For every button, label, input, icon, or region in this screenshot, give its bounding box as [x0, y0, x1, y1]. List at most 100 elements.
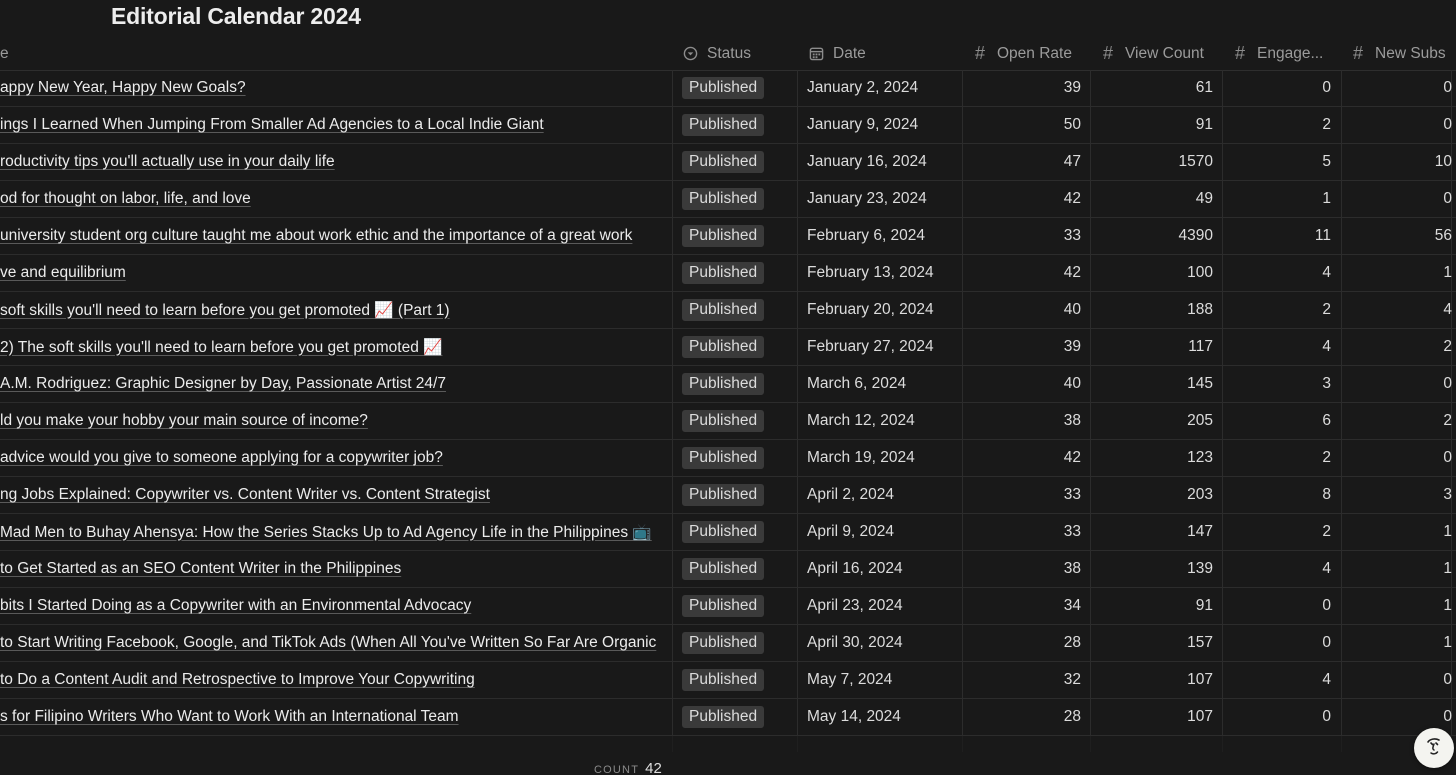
cell-engagement[interactable]: 0	[1222, 699, 1331, 735]
cell-open-rate[interactable]: 33	[962, 218, 1081, 254]
cell-date[interactable]: February 20, 2024	[807, 292, 957, 328]
cell-open-rate[interactable]: 47	[962, 144, 1081, 180]
cell-date[interactable]: April 30, 2024	[807, 625, 957, 661]
post-title-link[interactable]: roductivity tips you'll actually use in …	[0, 153, 335, 171]
cell-view-count[interactable]: 188	[1090, 292, 1213, 328]
cell-status[interactable]: Published	[682, 218, 792, 254]
cell-view-count[interactable]: 107	[1090, 662, 1213, 698]
cell-view-count[interactable]: 49	[1090, 181, 1213, 217]
table-row[interactable]: to Do a Content Audit and Retrospective …	[0, 662, 1456, 699]
cell-new-subs[interactable]: 0	[1341, 107, 1452, 143]
cell-view-count[interactable]: 61	[1090, 70, 1213, 106]
cell-status[interactable]: Published	[682, 440, 792, 476]
cell-status[interactable]: Published	[682, 477, 792, 513]
cell-view-count[interactable]: 145	[1090, 366, 1213, 402]
cell-title[interactable]: to Do a Content Audit and Retrospective …	[0, 662, 672, 698]
cell-title[interactable]: 2) The soft skills you'll need to learn …	[0, 329, 672, 365]
cell-status[interactable]: Published	[682, 107, 792, 143]
cell-new-subs[interactable]: 3	[1341, 477, 1452, 513]
cell-new-subs[interactable]: 1	[1341, 255, 1452, 291]
column-header-open-rate[interactable]: # Open Rate	[972, 37, 1072, 70]
cell-date[interactable]: April 9, 2024	[807, 514, 957, 550]
post-title-link[interactable]: to Start Writing Facebook, Google, and T…	[0, 634, 656, 652]
cell-date[interactable]: February 13, 2024	[807, 255, 957, 291]
cell-date[interactable]: April 23, 2024	[807, 588, 957, 624]
table-row[interactable]: 2) The soft skills you'll need to learn …	[0, 329, 1456, 366]
cell-status[interactable]: Published	[682, 588, 792, 624]
cell-title[interactable]: ng Jobs Explained: Copywriter vs. Conten…	[0, 477, 672, 513]
cell-date[interactable]: March 6, 2024	[807, 366, 957, 402]
cell-status[interactable]: Published	[682, 70, 792, 106]
cell-open-rate[interactable]: 42	[962, 440, 1081, 476]
cell-new-subs[interactable]: 10	[1341, 144, 1452, 180]
cell-new-subs[interactable]: 2	[1341, 329, 1452, 365]
cell-status[interactable]: Published	[682, 662, 792, 698]
cell-date[interactable]: January 16, 2024	[807, 144, 957, 180]
table-row[interactable]: to Get Started as an SEO Content Writer …	[0, 551, 1456, 588]
cell-status[interactable]: Published	[682, 255, 792, 291]
table-row[interactable]: soft skills you'll need to learn before …	[0, 292, 1456, 329]
cell-status[interactable]: Published	[682, 514, 792, 550]
cell-view-count[interactable]: 1570	[1090, 144, 1213, 180]
column-header-engagement[interactable]: # Engage...	[1232, 37, 1323, 70]
cell-open-rate[interactable]: 42	[962, 255, 1081, 291]
cell-status[interactable]: Published	[682, 181, 792, 217]
cell-engagement[interactable]: 4	[1222, 255, 1331, 291]
cell-date[interactable]: January 23, 2024	[807, 181, 957, 217]
column-header-view-count[interactable]: # View Count	[1100, 37, 1204, 70]
cell-new-subs[interactable]: 4	[1341, 292, 1452, 328]
cell-engagement[interactable]: 2	[1222, 440, 1331, 476]
table-row[interactable]: Mad Men to Buhay Ahensya: How the Series…	[0, 514, 1456, 551]
cell-view-count[interactable]: 157	[1090, 625, 1213, 661]
column-header-date[interactable]: Date	[808, 37, 866, 70]
table-row[interactable]: ld you make your hobby your main source …	[0, 403, 1456, 440]
cell-view-count[interactable]: 91	[1090, 107, 1213, 143]
post-title-link[interactable]: ld you make your hobby your main source …	[0, 412, 368, 430]
cell-open-rate[interactable]: 50	[962, 107, 1081, 143]
table-row[interactable]: s for Filipino Writers Who Want to Work …	[0, 699, 1456, 736]
cell-title[interactable]: to Start Writing Facebook, Google, and T…	[0, 625, 672, 661]
cell-engagement[interactable]: 2	[1222, 514, 1331, 550]
post-title-link[interactable]: to Get Started as an SEO Content Writer …	[0, 560, 401, 578]
cell-view-count[interactable]: 205	[1090, 403, 1213, 439]
cell-engagement[interactable]: 11	[1222, 218, 1331, 254]
cell-open-rate[interactable]: 42	[962, 181, 1081, 217]
cell-title[interactable]: Mad Men to Buhay Ahensya: How the Series…	[0, 514, 672, 550]
cell-engagement[interactable]: 3	[1222, 366, 1331, 402]
cell-date[interactable]: April 2, 2024	[807, 477, 957, 513]
cell-date[interactable]: May 14, 2024	[807, 699, 957, 735]
cell-new-subs[interactable]: 2	[1341, 403, 1452, 439]
cell-engagement[interactable]: 0	[1222, 588, 1331, 624]
cell-title[interactable]: roductivity tips you'll actually use in …	[0, 144, 672, 180]
post-title-link[interactable]: advice would you give to someone applyin…	[0, 449, 443, 467]
cell-engagement[interactable]: 1	[1222, 181, 1331, 217]
cell-open-rate[interactable]: 38	[962, 403, 1081, 439]
post-title-link[interactable]: ve and equilibrium	[0, 264, 126, 282]
cell-status[interactable]: Published	[682, 699, 792, 735]
cell-view-count[interactable]: 117	[1090, 329, 1213, 365]
cell-engagement[interactable]: 0	[1222, 625, 1331, 661]
post-title-link[interactable]: university student org culture taught me…	[0, 227, 632, 245]
cell-new-subs[interactable]: 1	[1341, 551, 1452, 587]
cell-status[interactable]: Published	[682, 292, 792, 328]
help-button[interactable]	[1414, 728, 1454, 768]
post-title-link[interactable]: to Do a Content Audit and Retrospective …	[0, 671, 475, 689]
cell-open-rate[interactable]: 40	[962, 292, 1081, 328]
cell-engagement[interactable]: 6	[1222, 403, 1331, 439]
post-title-link[interactable]: s for Filipino Writers Who Want to Work …	[0, 708, 459, 726]
table-row[interactable]: ings I Learned When Jumping From Smaller…	[0, 107, 1456, 144]
cell-title[interactable]: ings I Learned When Jumping From Smaller…	[0, 107, 672, 143]
cell-engagement[interactable]: 8	[1222, 477, 1331, 513]
cell-view-count[interactable]: 91	[1090, 588, 1213, 624]
cell-new-subs[interactable]: 1	[1341, 588, 1452, 624]
column-header-new-subs[interactable]: # New Subs	[1350, 37, 1446, 70]
cell-new-subs[interactable]: 0	[1341, 366, 1452, 402]
cell-view-count[interactable]: 139	[1090, 551, 1213, 587]
post-title-link[interactable]: appy New Year, Happy New Goals?	[0, 79, 246, 97]
cell-view-count[interactable]: 107	[1090, 699, 1213, 735]
cell-engagement[interactable]: 2	[1222, 107, 1331, 143]
cell-engagement[interactable]: 4	[1222, 551, 1331, 587]
cell-engagement[interactable]: 5	[1222, 144, 1331, 180]
cell-open-rate[interactable]: 34	[962, 588, 1081, 624]
cell-view-count[interactable]: 203	[1090, 477, 1213, 513]
